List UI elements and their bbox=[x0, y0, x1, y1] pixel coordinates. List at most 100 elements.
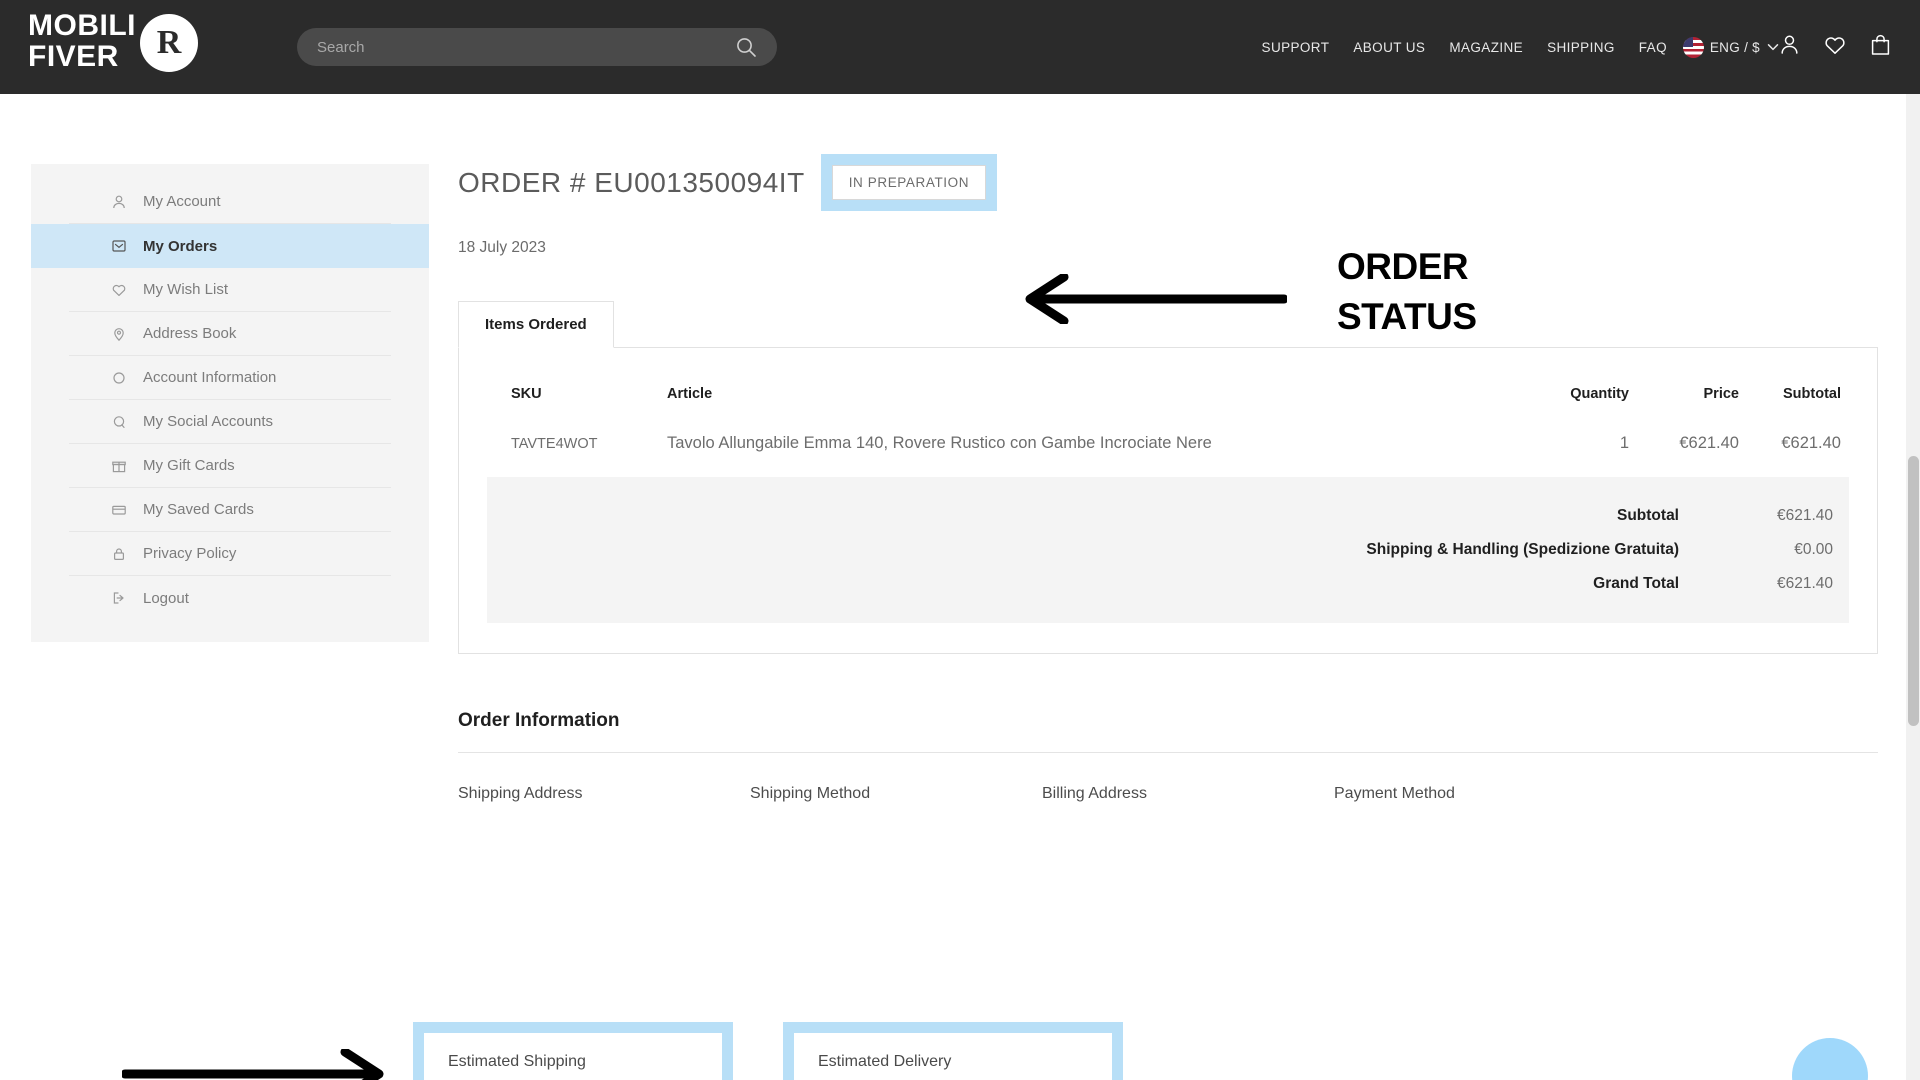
order-header-row: ORDER # EU001350094IT IN PREPARATION bbox=[458, 154, 1878, 211]
search-icon[interactable] bbox=[735, 36, 757, 58]
sidebar-item-my-account[interactable]: My Account bbox=[69, 180, 391, 224]
sidebar-item-my-wish-list[interactable]: My Wish List bbox=[69, 268, 391, 312]
shopping-bag-icon[interactable] bbox=[1869, 33, 1892, 62]
heart-icon bbox=[109, 282, 129, 298]
sidebar-label: My Account bbox=[143, 193, 221, 210]
sidebar-label: Address Book bbox=[143, 325, 237, 342]
logo-monogram-icon: R bbox=[140, 14, 198, 72]
info-shipping-address: Shipping Address bbox=[458, 785, 583, 802]
column-header-price: Price bbox=[1703, 386, 1739, 402]
info-payment-method: Payment Method bbox=[1334, 785, 1455, 802]
cell-subtotal: €621.40 bbox=[1781, 434, 1841, 452]
estimated-delivery-box: Estimated Delivery Between 21/07/2023 an… bbox=[794, 1033, 1112, 1080]
sidebar-item-my-orders[interactable]: My Orders bbox=[31, 224, 429, 268]
status-badge: IN PREPARATION bbox=[831, 165, 987, 200]
sidebar-label: My Social Accounts bbox=[143, 413, 274, 430]
annotation-line-2: STATUS bbox=[1337, 295, 1477, 337]
column-header-subtotal: Subtotal bbox=[1783, 386, 1841, 402]
order-detail-main: ORDER # EU001350094IT IN PREPARATION 18 … bbox=[458, 154, 1878, 803]
nav-item-magazine[interactable]: MAGAZINE bbox=[1449, 40, 1523, 55]
account-sidebar: My Account My Orders My Wish List Addres… bbox=[31, 164, 429, 642]
logout-icon bbox=[109, 590, 129, 606]
box-icon bbox=[109, 238, 129, 254]
column-header-sku: SKU bbox=[511, 386, 542, 402]
table-header-row: SKU Article Quantity Price Subtotal bbox=[487, 376, 1849, 428]
order-information-columns: Shipping Address Shipping Method Billing… bbox=[458, 785, 1878, 803]
credit-card-icon bbox=[109, 502, 129, 518]
wishlist-heart-icon[interactable] bbox=[1823, 33, 1847, 62]
info-billing-address: Billing Address bbox=[1042, 785, 1147, 802]
map-pin-icon bbox=[109, 326, 129, 342]
items-table: SKU Article Quantity Price Subtotal TAVT… bbox=[487, 376, 1849, 475]
gift-icon bbox=[109, 458, 129, 474]
estimated-delivery-label: Estimated Delivery bbox=[818, 1053, 952, 1070]
circle-icon bbox=[109, 370, 129, 386]
totals-row-shipping: Shipping & Handling (Spedizione Gratuita… bbox=[487, 533, 1841, 567]
cell-article: Tavolo Allungabile Emma 140, Rovere Rust… bbox=[667, 434, 1212, 452]
us-flag-icon bbox=[1682, 36, 1704, 58]
sidebar-item-my-social-accounts[interactable]: My Social Accounts bbox=[69, 400, 391, 444]
totals-row-grand-total: Grand Total €621.40 bbox=[487, 567, 1841, 601]
page-scrollbar-track[interactable] bbox=[1906, 94, 1920, 1080]
person-icon bbox=[109, 194, 129, 210]
cell-quantity: 1 bbox=[1619, 434, 1629, 452]
chat-circle-icon bbox=[109, 414, 129, 430]
totals-row-subtotal: Subtotal €621.40 bbox=[487, 499, 1841, 533]
sidebar-label: Privacy Policy bbox=[143, 545, 237, 562]
totals-label: Subtotal bbox=[1617, 507, 1679, 524]
sidebar-item-my-saved-cards[interactable]: My Saved Cards bbox=[69, 488, 391, 532]
order-totals: Subtotal €621.40 Shipping & Handling (Sp… bbox=[487, 477, 1849, 623]
sidebar-item-logout[interactable]: Logout bbox=[69, 576, 391, 620]
account-icon[interactable] bbox=[1778, 33, 1801, 61]
page-scrollbar-thumb[interactable] bbox=[1908, 456, 1919, 726]
totals-label: Shipping & Handling (Spedizione Gratuita… bbox=[1366, 541, 1679, 558]
order-status-highlight: IN PREPARATION bbox=[820, 154, 998, 211]
totals-table: Subtotal €621.40 Shipping & Handling (Sp… bbox=[487, 499, 1841, 601]
items-ordered-panel: SKU Article Quantity Price Subtotal TAVT… bbox=[458, 347, 1878, 654]
site-header: MOBILI FIVER R SUPPORT ABOUT US MAGAZINE… bbox=[0, 0, 1920, 94]
nav-item-faq[interactable]: FAQ bbox=[1639, 40, 1667, 55]
nav-item-about-us[interactable]: ABOUT US bbox=[1353, 40, 1425, 55]
sidebar-label: Logout bbox=[143, 589, 189, 607]
order-information-divider bbox=[458, 752, 1878, 753]
site-logo[interactable]: MOBILI FIVER R bbox=[28, 10, 198, 72]
order-information-title: Order Information bbox=[458, 710, 620, 731]
sidebar-item-address-book[interactable]: Address Book bbox=[69, 312, 391, 356]
info-shipping-method: Shipping Method bbox=[750, 785, 871, 802]
language-label: ENG / $ bbox=[1709, 39, 1760, 55]
estimated-shipping-box: Estimated Shipping 19/07/2023 bbox=[424, 1033, 722, 1080]
sidebar-label: My Gift Cards bbox=[143, 457, 235, 474]
language-currency-selector[interactable]: ENG / $ bbox=[1682, 0, 1780, 94]
totals-label: Grand Total bbox=[1593, 575, 1679, 592]
sidebar-item-privacy-policy[interactable]: Privacy Policy bbox=[69, 532, 391, 576]
chat-widget-bubble[interactable] bbox=[1792, 1038, 1868, 1080]
sidebar-label: My Orders bbox=[143, 237, 218, 255]
cell-price: €621.40 bbox=[1679, 434, 1739, 452]
search-input[interactable] bbox=[297, 38, 735, 56]
logo-wordmark: MOBILI FIVER bbox=[28, 10, 136, 72]
nav-item-shipping[interactable]: SHIPPING bbox=[1547, 40, 1615, 55]
nav-item-support[interactable]: SUPPORT bbox=[1262, 40, 1330, 55]
search-bar[interactable] bbox=[297, 28, 777, 66]
sidebar-item-my-gift-cards[interactable]: My Gift Cards bbox=[69, 444, 391, 488]
sidebar-label: Account Information bbox=[143, 369, 277, 386]
table-row: TAVTE4WOT Tavolo Allungabile Emma 140, R… bbox=[487, 428, 1849, 475]
column-header-quantity: Quantity bbox=[1570, 386, 1629, 402]
logo-line-2: FIVER bbox=[28, 40, 119, 73]
page-body: My Account My Orders My Wish List Addres… bbox=[0, 94, 1920, 1080]
sidebar-label: My Saved Cards bbox=[143, 501, 254, 518]
estimated-shipping-highlight: Estimated Shipping 19/07/2023 bbox=[413, 1022, 733, 1080]
totals-value: €621.40 bbox=[1776, 507, 1833, 524]
cell-sku: TAVTE4WOT bbox=[511, 435, 598, 452]
right-arrow-annotation bbox=[122, 1049, 384, 1080]
tab-items-ordered[interactable]: Items Ordered bbox=[458, 301, 614, 348]
left-arrow-annotation bbox=[1025, 274, 1287, 324]
annotation-line-1: ORDER bbox=[1337, 246, 1469, 287]
estimated-delivery-highlight: Estimated Delivery Between 21/07/2023 an… bbox=[783, 1022, 1123, 1080]
estimates-row: Estimated Shipping 19/07/2023 Estimated … bbox=[413, 1022, 1123, 1080]
primary-nav: SUPPORT ABOUT US MAGAZINE SHIPPING FAQ bbox=[1262, 0, 1667, 94]
sidebar-item-account-information[interactable]: Account Information bbox=[69, 356, 391, 400]
totals-value: €0.00 bbox=[1794, 541, 1833, 558]
order-date: 18 July 2023 bbox=[458, 239, 546, 256]
sidebar-label: My Wish List bbox=[143, 281, 229, 298]
